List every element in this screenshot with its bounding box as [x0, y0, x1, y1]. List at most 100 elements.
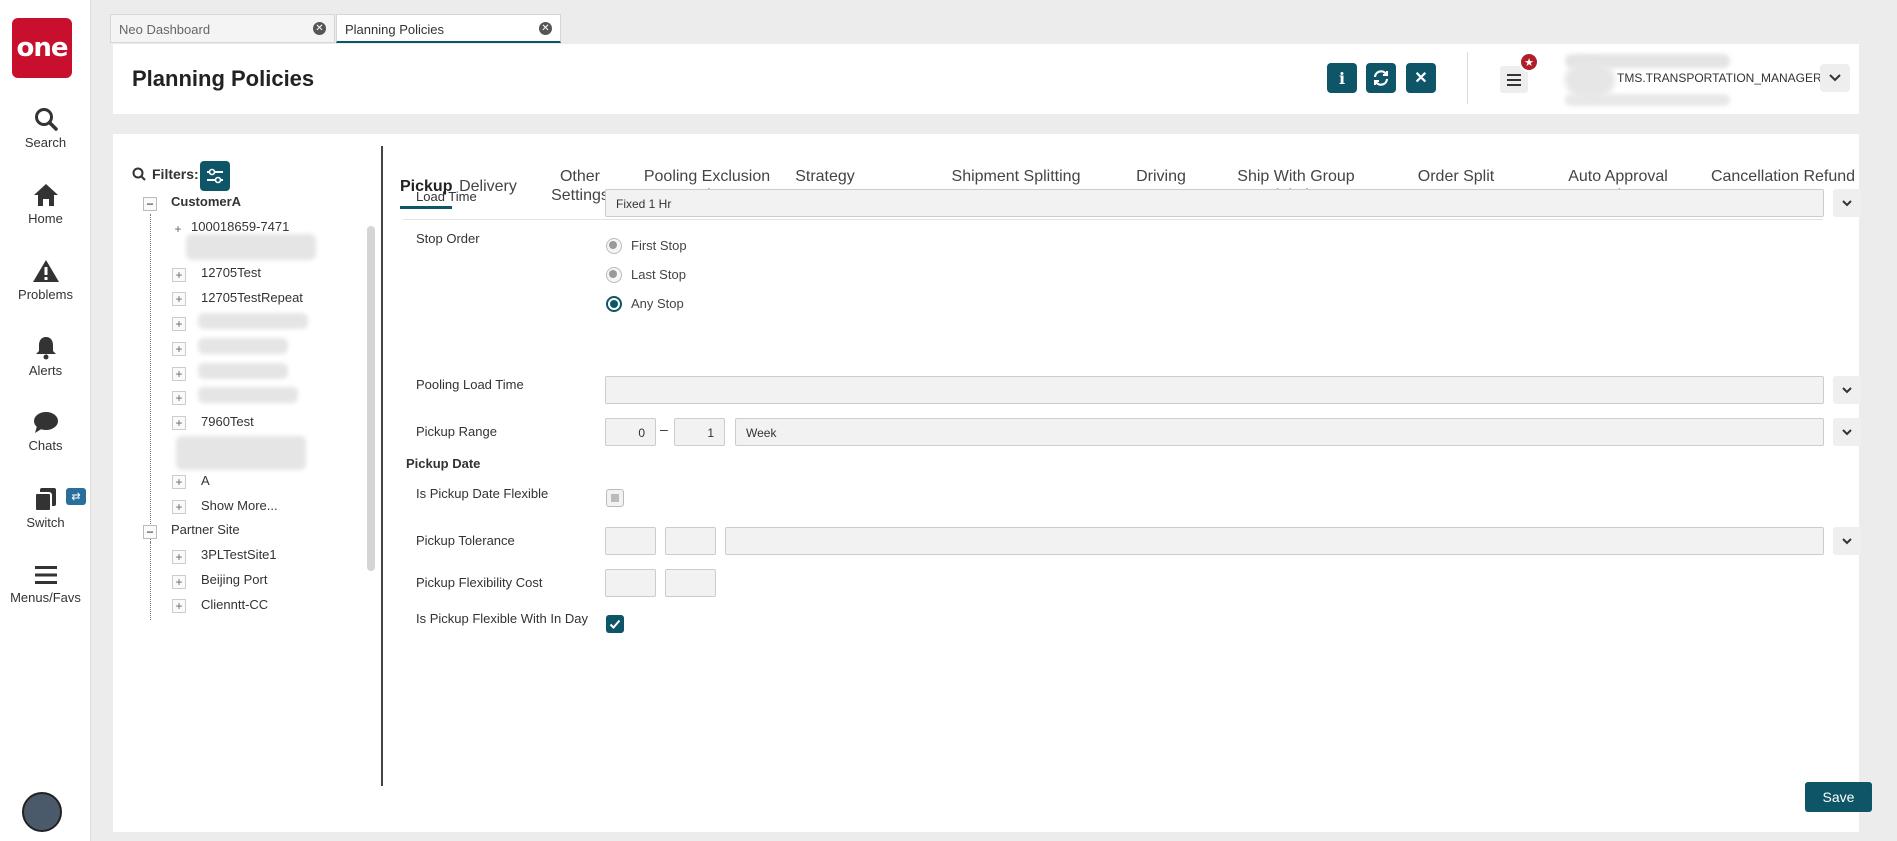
load-time-label: Load Time	[416, 189, 477, 204]
chevron-down-icon	[1829, 74, 1841, 82]
tab-planning-policies[interactable]: Planning Policies ✕	[336, 14, 561, 43]
pickup-tolerance-field-1[interactable]	[605, 527, 656, 555]
expand-toggle[interactable]: +	[172, 292, 186, 306]
pickup-tolerance-unit[interactable]	[725, 527, 1824, 555]
pickup-range-unit[interactable]: Week	[735, 418, 1824, 446]
tree-scrollbar[interactable]	[367, 226, 375, 571]
close-page-button[interactable]: ✕	[1406, 63, 1436, 93]
nav-menus-favs[interactable]: Menus/Favs	[0, 563, 91, 605]
expand-toggle[interactable]: +	[172, 367, 186, 381]
refresh-icon	[1373, 70, 1389, 86]
user-avatar-icon[interactable]	[22, 792, 62, 832]
user-role: TMS.TRANSPORTATION_MANAGER	[1617, 71, 1822, 85]
pooling-load-time-label: Pooling Load Time	[416, 377, 524, 392]
expand-toggle[interactable]: +	[172, 268, 186, 282]
any-stop-label: Any Stop	[631, 296, 684, 311]
pickup-date-section: Pickup Date	[406, 456, 481, 471]
expand-toggle[interactable]: +	[172, 342, 186, 356]
is-pickup-flexible-in-day-label: Is Pickup Flexible With In Day	[416, 611, 588, 626]
checkmark-icon	[609, 619, 621, 629]
pooling-load-time-dropdown[interactable]	[1833, 376, 1861, 404]
nav-home[interactable]: Home	[0, 182, 91, 226]
nav-menus-label: Menus/Favs	[10, 590, 81, 605]
nav-home-label: Home	[28, 211, 63, 226]
nav-switch-label: Switch	[26, 515, 65, 530]
blurred-node	[186, 234, 316, 260]
info-button[interactable]: i	[1327, 63, 1357, 93]
refresh-button[interactable]	[1366, 63, 1396, 93]
tab-label: Neo Dashboard	[119, 22, 211, 37]
tree-node-customer[interactable]: CustomerA	[171, 194, 241, 209]
pooling-load-time-field[interactable]	[605, 376, 1824, 404]
close-icon[interactable]: ✕	[313, 22, 326, 35]
radio-dot	[610, 300, 618, 308]
expand-toggle[interactable]: +	[172, 475, 186, 489]
expand-toggle[interactable]: +	[172, 500, 186, 514]
pickup-range-label: Pickup Range	[416, 424, 497, 439]
filters-text: Filters:	[152, 166, 199, 182]
switch-arrows-icon[interactable]: ⇄	[66, 488, 86, 505]
radio-any-stop[interactable]	[606, 296, 622, 312]
load-time-field[interactable]: Fixed 1 Hr	[605, 189, 1824, 217]
chat-icon	[33, 412, 58, 433]
app-logo[interactable]: one	[12, 18, 72, 78]
pickup-tolerance-dropdown[interactable]	[1833, 527, 1861, 555]
is-pickup-flexible-in-day-checkbox[interactable]	[606, 615, 624, 633]
user-info-blurred	[1565, 94, 1730, 106]
tab-neo-dashboard[interactable]: Neo Dashboard ✕	[110, 14, 335, 43]
nav-chats[interactable]: Chats	[0, 411, 91, 453]
switch-icon	[33, 488, 56, 512]
expand-toggle[interactable]: +	[172, 391, 186, 405]
star-badge-icon: ★	[1519, 52, 1539, 72]
tree-node[interactable]: Beijing Port	[201, 572, 267, 587]
tree-node-partner-site[interactable]: Partner Site	[171, 522, 240, 537]
pickup-flexibility-cost-field-1[interactable]	[605, 569, 656, 597]
expand-toggle[interactable]: +	[171, 223, 185, 237]
nav-search-label: Search	[24, 135, 67, 150]
collapse-toggle[interactable]: −	[143, 197, 157, 211]
expand-toggle[interactable]: +	[172, 599, 186, 613]
tree-node[interactable]: 7960Test	[201, 414, 254, 429]
tree-node[interactable]: 100018659-7471	[191, 219, 289, 234]
expand-toggle[interactable]: +	[172, 416, 186, 430]
nav-search[interactable]: Search	[0, 106, 91, 150]
nav-chats-label: Chats	[28, 438, 63, 453]
chevron-down-icon	[1842, 537, 1852, 544]
close-icon: ✕	[1414, 70, 1428, 87]
pickup-range-from[interactable]: 0	[605, 418, 656, 446]
home-icon	[33, 184, 58, 206]
search-icon	[132, 167, 146, 181]
menu-icon	[34, 566, 57, 584]
expand-toggle[interactable]: +	[172, 550, 186, 564]
radio-first-stop[interactable]	[606, 238, 622, 254]
close-icon[interactable]: ✕	[539, 22, 552, 35]
nav-problems[interactable]: Problems	[0, 258, 91, 302]
tree-node[interactable]: 12705Test	[201, 265, 261, 280]
tree-node[interactable]: 12705TestRepeat	[201, 290, 303, 305]
pickup-tolerance-field-2[interactable]	[665, 527, 716, 555]
nav-alerts[interactable]: Alerts	[0, 334, 91, 378]
show-more-link[interactable]: Show More...	[201, 498, 278, 513]
tree-line	[150, 542, 151, 620]
pickup-range-to[interactable]: 1	[674, 418, 725, 446]
is-pickup-date-flexible-checkbox[interactable]	[606, 489, 624, 507]
tree-node[interactable]: A	[201, 473, 210, 488]
radio-last-stop[interactable]	[606, 267, 622, 283]
logo-text: one	[16, 33, 68, 63]
save-button[interactable]: Save	[1805, 782, 1872, 812]
collapse-toggle[interactable]: −	[143, 525, 157, 539]
pickup-flexibility-cost-field-2[interactable]	[665, 569, 716, 597]
panel-divider	[381, 146, 383, 786]
blurred-node	[198, 338, 288, 354]
filters-label: Filters:	[132, 166, 199, 182]
nav-alerts-label: Alerts	[28, 363, 63, 378]
user-menu-dropdown[interactable]	[1820, 64, 1850, 92]
expand-toggle[interactable]: +	[172, 317, 186, 331]
header-divider	[1467, 52, 1468, 104]
pickup-range-unit-dropdown[interactable]	[1833, 418, 1861, 446]
load-time-dropdown[interactable]	[1833, 189, 1861, 217]
tree-node[interactable]: Clienntt-CC	[201, 597, 268, 612]
tree-node[interactable]: 3PLTestSite1	[201, 547, 277, 562]
filter-settings-button[interactable]	[200, 161, 230, 191]
expand-toggle[interactable]: +	[172, 575, 186, 589]
